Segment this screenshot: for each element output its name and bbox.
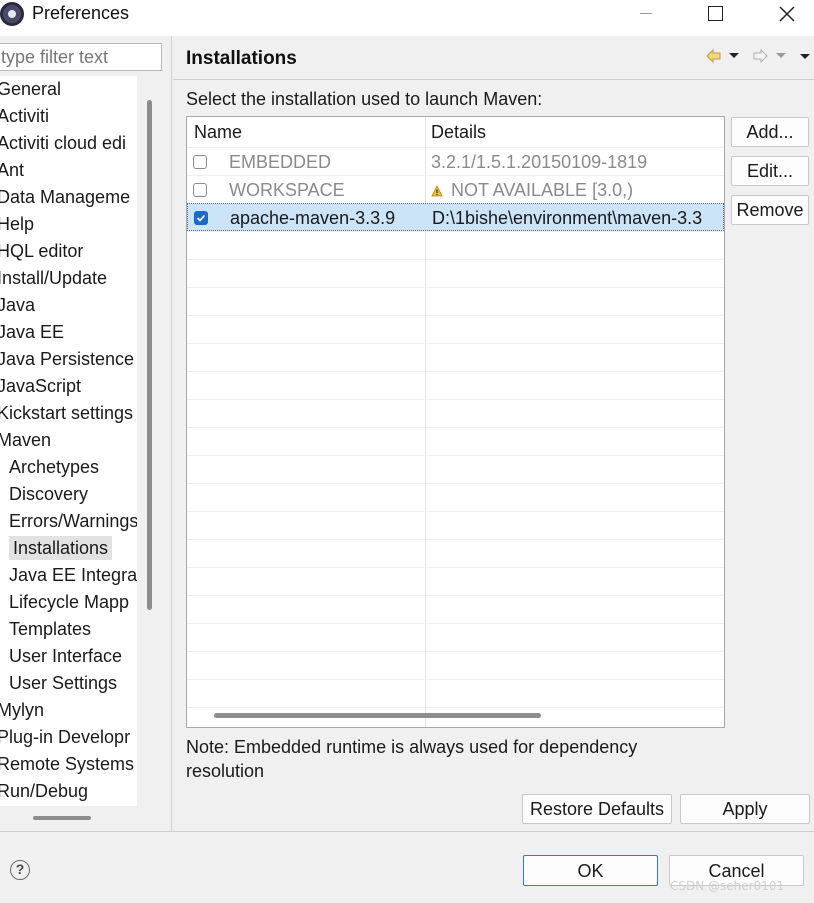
empty-table-row xyxy=(187,539,724,567)
tree-item[interactable]: Plug-in Developr xyxy=(0,725,130,749)
installation-details: NOT AVAILABLE [3.0,) xyxy=(431,176,724,204)
title-bar: Preferences xyxy=(0,0,814,36)
tree-item[interactable]: Activiti xyxy=(0,104,49,128)
preferences-tree[interactable]: General Activiti Activiti cloud edi Ant Data… xyxy=(0,76,137,806)
empty-table-row xyxy=(187,623,724,651)
title-separator xyxy=(173,79,814,80)
tree-item[interactable]: Java EE xyxy=(0,320,64,344)
close-icon[interactable] xyxy=(762,0,810,30)
tree-item[interactable]: JavaScript xyxy=(0,374,81,398)
installation-details: D:\1bishe\environment\maven-3.3 xyxy=(432,204,724,232)
apply-button[interactable]: Apply xyxy=(680,794,810,824)
page-title: Installations xyxy=(186,48,297,69)
tree-item[interactable]: User Interface xyxy=(9,644,122,668)
tree-item[interactable]: Discovery xyxy=(9,482,88,506)
empty-table-row xyxy=(187,371,724,399)
details-text: NOT AVAILABLE [3.0,) xyxy=(451,180,634,200)
preference-page: Installations Select the installation us… xyxy=(173,36,814,831)
tree-item[interactable]: Data Manageme xyxy=(0,185,130,209)
details-text: 3.2.1/1.5.1.20150109-1819 xyxy=(431,152,648,172)
tree-item[interactable]: Activiti cloud edi xyxy=(0,131,126,155)
empty-table-row xyxy=(187,343,724,371)
installation-name: EMBEDDED xyxy=(229,152,332,172)
tree-item[interactable]: Help xyxy=(0,212,34,236)
column-header-details[interactable]: Details xyxy=(431,117,486,147)
tree-item[interactable]: HQL editor xyxy=(0,239,83,263)
tree-item[interactable]: Java Persistence xyxy=(0,347,134,371)
window-title: Preferences xyxy=(32,3,130,23)
footer-separator xyxy=(0,831,814,832)
installation-details: 3.2.1/1.5.1.20150109-1819 xyxy=(431,148,724,176)
row-checkbox[interactable] xyxy=(194,211,208,225)
empty-table-row xyxy=(187,651,724,679)
column-header-name[interactable]: Name xyxy=(194,117,242,147)
tree-item[interactable]: Mylyn xyxy=(0,698,44,722)
warning-icon xyxy=(431,177,443,197)
tree-item[interactable]: Install/Update xyxy=(0,266,107,290)
forward-arrow-icon[interactable] xyxy=(753,48,768,64)
empty-table-row xyxy=(187,287,724,315)
ok-button[interactable]: OK xyxy=(523,855,658,886)
preferences-sidebar: General Activiti Activiti cloud edi Ant Data… xyxy=(0,36,172,831)
filter-input[interactable] xyxy=(0,44,161,70)
tree-item[interactable]: Java EE Integra xyxy=(9,563,137,587)
empty-table-row xyxy=(187,399,724,427)
installation-name: apache-maven-3.3.9 xyxy=(230,208,396,228)
add-button[interactable]: Add... xyxy=(731,117,809,147)
empty-table-row xyxy=(187,315,724,343)
tree-item[interactable]: User Settings xyxy=(9,671,117,695)
minimize-icon[interactable] xyxy=(622,0,670,30)
installation-name: WORKSPACE xyxy=(229,180,345,200)
empty-table-row xyxy=(187,483,724,511)
tree-item[interactable]: Kickstart settings xyxy=(0,401,133,425)
back-dropdown-icon[interactable] xyxy=(729,53,739,58)
tree-item[interactable]: Lifecycle Mapp xyxy=(9,590,129,614)
help-icon[interactable]: ? xyxy=(10,860,30,880)
tree-item[interactable]: Maven xyxy=(0,428,51,452)
edit-button[interactable]: Edit... xyxy=(731,156,809,186)
tree-item[interactable]: Templates xyxy=(9,617,91,641)
empty-table-row xyxy=(187,679,724,707)
tree-item[interactable]: Java xyxy=(0,293,35,317)
tree-item[interactable]: Archetypes xyxy=(9,455,99,479)
empty-table-row xyxy=(187,259,724,287)
row-checkbox[interactable] xyxy=(193,183,207,197)
table-horizontal-scrollbar[interactable] xyxy=(214,713,541,718)
tree-item[interactable]: Remote Systems xyxy=(0,752,134,776)
empty-table-row xyxy=(187,567,724,595)
table-row[interactable]: WORKSPACE NOT AVAILABLE [3.0,) xyxy=(187,175,724,203)
maximize-icon[interactable] xyxy=(692,0,740,30)
tree-item[interactable]: Run/Debug xyxy=(0,779,88,803)
restore-defaults-button[interactable]: Restore Defaults xyxy=(522,794,672,824)
view-menu-icon[interactable] xyxy=(800,54,810,59)
empty-table-row xyxy=(187,511,724,539)
tree-item[interactable]: General xyxy=(0,77,61,101)
page-navigation xyxy=(703,46,813,66)
empty-table-row xyxy=(187,427,724,455)
embedded-runtime-note: Note: Embedded runtime is always used fo… xyxy=(186,737,638,781)
back-arrow-icon[interactable] xyxy=(706,48,721,64)
table-row[interactable]: apache-maven-3.3.9 D:\1bishe\environment\… xyxy=(187,203,724,231)
forward-dropdown-icon[interactable] xyxy=(776,53,786,58)
page-description: Select the installation used to launch M… xyxy=(186,89,543,109)
row-checkbox[interactable] xyxy=(193,155,207,169)
remove-button[interactable]: Remove xyxy=(731,195,809,225)
app-gear-icon xyxy=(0,2,24,26)
installations-table[interactable]: Name Details EMBEDDED 3.2.1/1.5.1.2015010… xyxy=(186,116,725,728)
details-text: D:\1bishe\environment\maven-3.3 xyxy=(432,208,703,228)
table-row[interactable]: EMBEDDED 3.2.1/1.5.1.20150109-1819 xyxy=(187,147,724,175)
watermark: CSDN @seher0101 xyxy=(670,879,785,893)
tree-horizontal-scrollbar[interactable] xyxy=(33,816,91,820)
empty-table-row xyxy=(187,455,724,483)
tree-item[interactable]: Ant xyxy=(0,158,24,182)
tree-item[interactable]: Installations xyxy=(9,536,113,560)
tree-item[interactable]: Errors/Warnings xyxy=(9,509,137,533)
filter-field[interactable] xyxy=(0,43,162,71)
tree-vertical-scrollbar[interactable] xyxy=(147,100,152,610)
empty-table-row xyxy=(187,231,724,259)
empty-table-row xyxy=(187,595,724,623)
